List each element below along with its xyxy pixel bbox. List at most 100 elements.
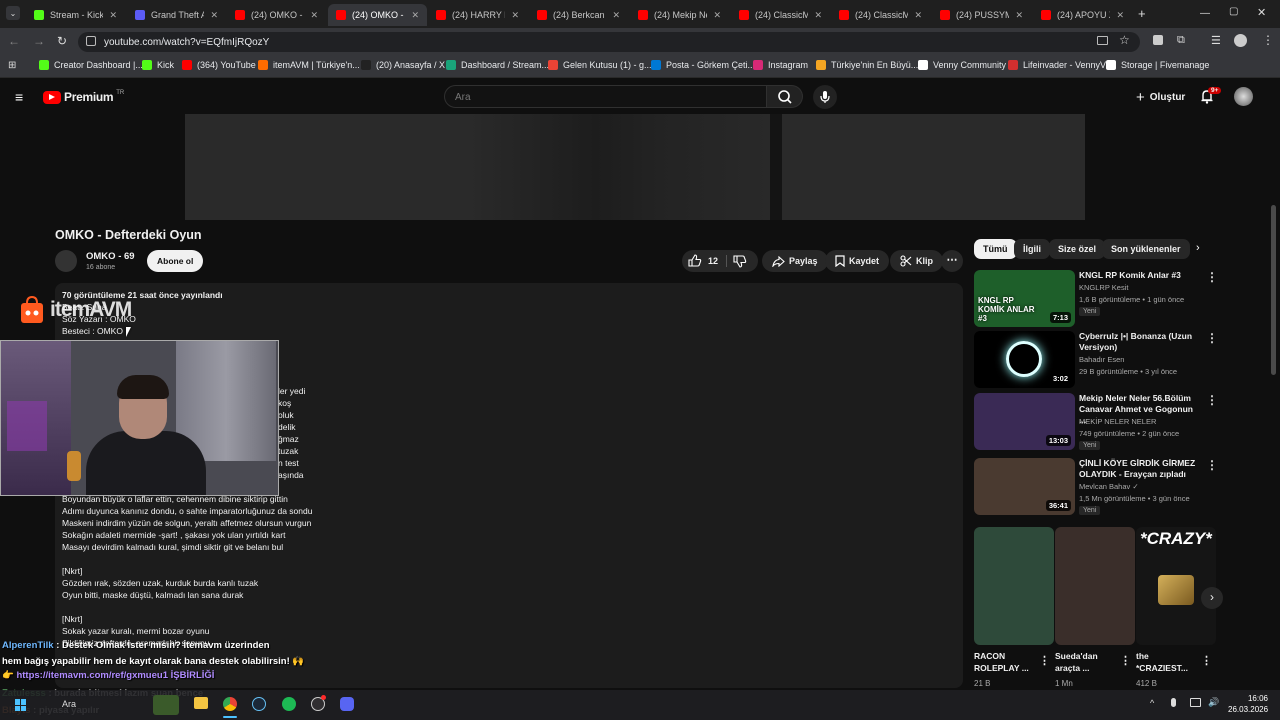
chip-1[interactable]: İlgili <box>1014 239 1050 259</box>
browser-tab[interactable]: (24) OMKO - G ✕ <box>227 4 326 26</box>
new-tab-button[interactable]: + <box>1138 6 1146 21</box>
tab-close-icon[interactable]: ✕ <box>1015 10 1023 21</box>
save-button[interactable]: Kaydet <box>825 250 890 272</box>
page-scrollbar[interactable] <box>1271 205 1276 375</box>
address-bar[interactable]: youtube.com/watch?v=EQfmIjRQozY <box>78 32 1140 52</box>
mic-tray-icon[interactable] <box>1171 698 1176 707</box>
short-title[interactable]: Sueda'dan araçta ... <box>1055 650 1119 674</box>
browser-tab[interactable]: Grand Theft Au ✕ <box>127 4 226 26</box>
browser-tab[interactable]: Stream - Kick D ✕ <box>26 4 125 26</box>
tab-close-icon[interactable]: ✕ <box>612 10 620 21</box>
search-input[interactable]: Ara <box>444 85 767 108</box>
recommendation-channel[interactable]: Mevlcan Bahav ✓ <box>1079 482 1139 491</box>
browser-menu-icon[interactable]: ⋮ <box>1262 33 1274 47</box>
bookmark-item[interactable]: Venny Community <box>918 60 1006 70</box>
bookmark-star-icon[interactable]: ☆ <box>1119 33 1130 47</box>
browser-tab[interactable]: (24) Mekip Nel ✕ <box>630 4 729 26</box>
install-app-icon[interactable] <box>1097 36 1108 45</box>
short-title[interactable]: the *CRAZIEST... <box>1136 650 1200 674</box>
back-icon[interactable]: ← <box>8 34 20 48</box>
tab-close-icon[interactable]: ✕ <box>310 10 318 21</box>
channel-avatar[interactable] <box>55 250 77 272</box>
tab-close-icon[interactable]: ✕ <box>210 10 218 21</box>
recommendation-channel[interactable]: Bahadır Esen <box>1079 355 1124 364</box>
shorts-next-button[interactable]: › <box>1201 587 1223 609</box>
steam-icon[interactable] <box>252 697 266 711</box>
short-menu-icon[interactable]: ⋮ <box>1201 654 1212 667</box>
browser-tab[interactable]: (24) HARRY PC ✕ <box>428 4 527 26</box>
extension-icon[interactable] <box>1153 35 1163 45</box>
subscribe-button[interactable]: Abone ol <box>147 250 204 272</box>
short-menu-icon[interactable]: ⋮ <box>1039 654 1050 667</box>
short-menu-icon[interactable]: ⋮ <box>1120 654 1131 667</box>
chips-next-icon[interactable]: › <box>1196 242 1200 254</box>
chip-0[interactable]: Tümü <box>974 239 1017 259</box>
recommendation-channel[interactable]: MEKİP NELER NELER <box>1079 417 1156 426</box>
tab-close-icon[interactable]: ✕ <box>511 10 519 21</box>
hamburger-menu-icon[interactable]: ≡ <box>15 89 23 105</box>
tab-close-icon[interactable]: ✕ <box>713 10 721 21</box>
bookmark-item[interactable]: Türkiye'nin En Büyü... <box>816 60 918 70</box>
discord-icon[interactable] <box>340 697 354 711</box>
bookmark-item[interactable]: Creator Dashboard |... <box>39 60 143 70</box>
bookmark-item[interactable]: (20) Anasayfa / X <box>361 60 445 70</box>
account-avatar[interactable] <box>1234 87 1253 106</box>
short-thumbnail[interactable]: *CRAZY* <box>1136 527 1216 645</box>
recommendation-menu-icon[interactable]: ⋮ <box>1206 331 1218 345</box>
extensions-puzzle-icon[interactable]: ⧉ <box>1177 34 1185 47</box>
tab-close-icon[interactable]: ✕ <box>914 10 922 21</box>
bookmark-item[interactable]: Gelen Kutusu (1) - g... <box>548 60 652 70</box>
clock[interactable]: 16:06 26.03.2026 <box>1228 693 1268 715</box>
chip-3[interactable]: Son yüklenenler <box>1102 239 1190 259</box>
taskbar-widget-icon[interactable] <box>153 695 179 715</box>
tray-chevron-icon[interactable]: ^ <box>1150 698 1154 708</box>
recommendation-thumbnail[interactable]: 36:41 <box>974 458 1075 515</box>
browser-tab[interactable]: (24) PUSSYMA ✕ <box>932 4 1031 26</box>
short-title[interactable]: RACON ROLEPLAY ... <box>974 650 1038 674</box>
bookmark-item[interactable]: (364) YouTube <box>182 60 256 70</box>
youtube-logo[interactable]: Premium TR <box>43 90 124 104</box>
video-player[interactable] <box>185 114 1085 220</box>
reload-icon[interactable]: ↻ <box>57 34 67 48</box>
tab-close-icon[interactable]: ✕ <box>1116 10 1124 21</box>
taskbar-search[interactable]: Ara <box>62 699 76 709</box>
spotify-icon[interactable] <box>282 697 296 711</box>
short-thumbnail[interactable] <box>974 527 1054 645</box>
clip-button[interactable]: Klip <box>890 250 943 272</box>
minimize-icon[interactable]: — <box>1200 8 1210 19</box>
tab-groups-icon[interactable]: ☰ <box>1211 34 1221 47</box>
recommendation-thumbnail[interactable]: 13:03 <box>974 393 1075 450</box>
share-button[interactable]: Paylaş <box>762 250 828 272</box>
browser-tab[interactable]: (24) APOYU Zİ ✕ <box>1033 4 1132 26</box>
apps-grid-icon[interactable]: ⊞ <box>8 60 16 71</box>
browser-tab[interactable]: (24) ClassicMe ✕ <box>831 4 930 26</box>
bookmark-item[interactable]: Posta - Görkem Çeti... <box>651 60 755 70</box>
bookmark-item[interactable]: Storage | Fivemanage <box>1106 60 1209 70</box>
recommendation-title[interactable]: Cyberrulz |•| Bonanza (Uzun Versiyon) <box>1079 331 1197 353</box>
more-actions-button[interactable]: ⋯ <box>941 250 963 272</box>
recommendation-title[interactable]: KNGL RP Komik Anlar #3 <box>1079 270 1197 281</box>
bookmark-item[interactable]: Dashboard / Stream... <box>446 60 549 70</box>
short-thumbnail[interactable] <box>1055 527 1135 645</box>
dislike-button[interactable] <box>733 255 747 268</box>
bookmark-item[interactable]: Kick <box>142 60 174 70</box>
bookmark-item[interactable]: itemAVM | Türkiye'n... <box>258 60 360 70</box>
bookmark-item[interactable]: Instagram <box>753 60 808 70</box>
tab-search-icon[interactable]: ⌄ <box>6 6 20 20</box>
recommendation-thumbnail[interactable]: 3:02 <box>974 331 1075 388</box>
close-window-icon[interactable]: ✕ <box>1257 6 1266 19</box>
display-tray-icon[interactable] <box>1190 698 1201 707</box>
browser-tab[interactable]: (24) ClassicMe ✕ <box>731 4 830 26</box>
start-menu-icon[interactable] <box>15 699 27 711</box>
recommendation-menu-icon[interactable]: ⋮ <box>1206 270 1218 284</box>
chrome-icon[interactable] <box>223 697 237 711</box>
browser-tab[interactable]: (24) Berkcan G ✕ <box>529 4 628 26</box>
bookmark-item[interactable]: Lifeinvader - VennyV <box>1008 60 1106 70</box>
file-explorer-icon[interactable] <box>194 697 208 709</box>
forward-icon[interactable]: → <box>33 34 45 48</box>
recommendation-title[interactable]: ÇİNLİ KÖYE GİRDİK GİRMEZ OLAYDIK - Erayç… <box>1079 458 1197 480</box>
browser-tab[interactable]: (24) OMKO - D ✕ <box>328 4 427 26</box>
chip-2[interactable]: Size özel <box>1049 239 1106 259</box>
tab-close-icon[interactable]: ✕ <box>814 10 822 21</box>
search-button[interactable] <box>767 85 803 108</box>
